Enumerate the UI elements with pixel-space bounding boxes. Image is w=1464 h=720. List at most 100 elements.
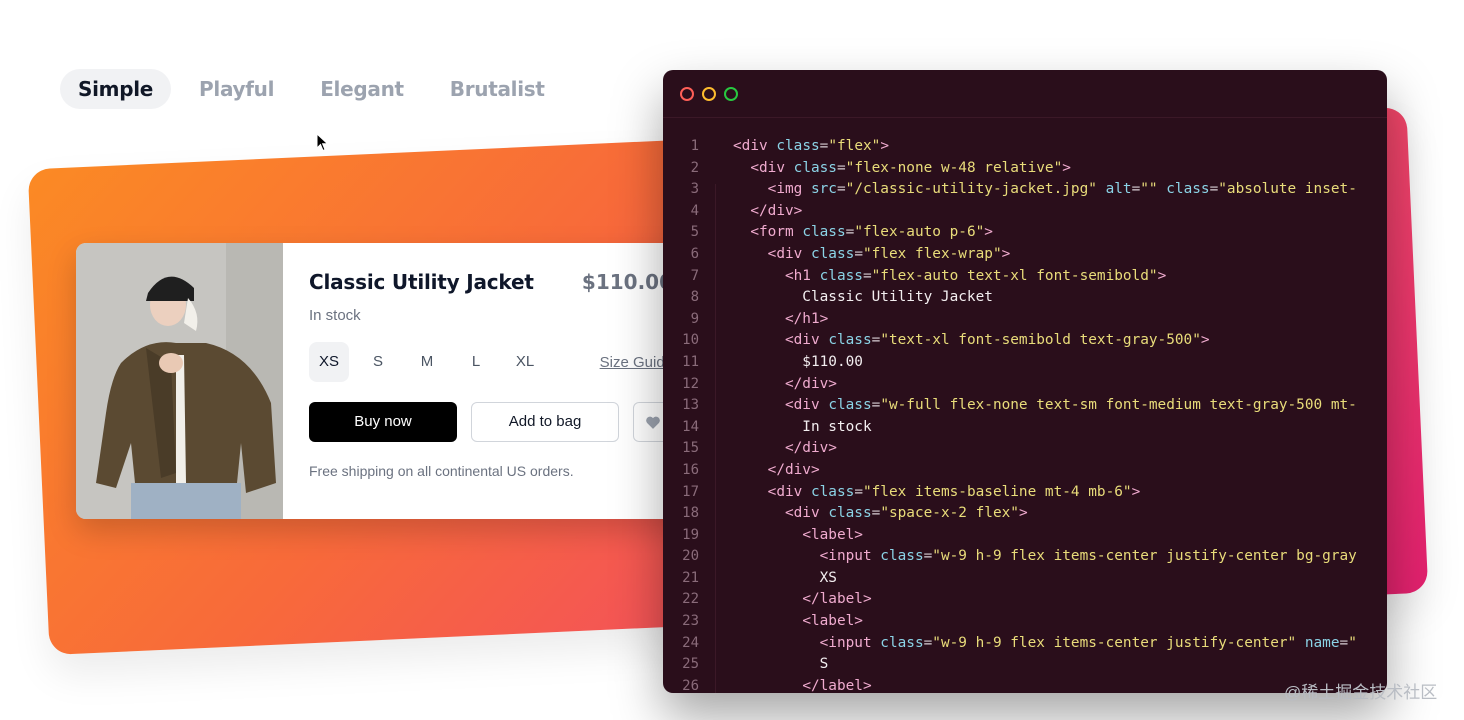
line-number: 2: [690, 159, 699, 176]
minimize-window-dot[interactable]: [702, 86, 716, 101]
code-token: =: [923, 548, 933, 565]
line-number: 11: [682, 353, 699, 370]
code-token: <input: [819, 548, 881, 565]
code-token: class: [819, 267, 863, 284]
code-token: </label>: [802, 677, 872, 693]
code-token: class: [828, 397, 872, 414]
code-token: S: [733, 656, 829, 673]
code-token: "flex-none w-48 relative": [845, 159, 1063, 176]
add-to-bag-button[interactable]: Add to bag: [471, 402, 619, 442]
size-option-l[interactable]: L: [456, 342, 496, 382]
code-token: $110.00: [733, 353, 863, 370]
code-token: "w-9 h-9 flex items-center justify-cente…: [932, 634, 1305, 651]
code-token: </div>: [750, 202, 803, 219]
zoom-window-dot[interactable]: [724, 86, 738, 101]
code-token: >: [1062, 159, 1071, 176]
code-line: XS: [733, 568, 1387, 590]
size-option-m[interactable]: M: [407, 342, 447, 382]
tab-simple[interactable]: Simple: [60, 69, 172, 109]
size-option-s[interactable]: S: [358, 342, 398, 382]
line-number: 7: [690, 267, 699, 284]
code-area[interactable]: 1 2 3 4 5 6 7 8 9 10 11 12 13 14 15 16 17 18 19 20 21 22 23 24 2…: [663, 136, 1387, 693]
watermark-text: @稀土掘金技术社区: [1284, 683, 1438, 702]
line-number: 12: [682, 375, 699, 392]
code-line: <input class="w-9 h-9 flex items-center …: [733, 633, 1387, 655]
code-token: <div: [733, 138, 777, 154]
code-token: <input: [819, 634, 881, 651]
stock-status: In stock: [309, 307, 361, 324]
code-token: class: [880, 548, 924, 565]
code-line: <div class="space-x-2 flex">: [733, 503, 1387, 525]
line-number: 13: [682, 397, 699, 414]
tab-elegant[interactable]: Elegant: [302, 69, 422, 109]
code-token: "w-full flex-none text-sm font-medium te…: [880, 397, 1357, 414]
code-token: =: [854, 245, 863, 262]
line-number: 25: [682, 656, 699, 673]
tab-brutalist[interactable]: Brutalist: [432, 69, 563, 109]
code-token: "flex flex-wrap": [862, 245, 1002, 262]
code-token: "": [1140, 181, 1167, 198]
line-number-gutter: 1 2 3 4 5 6 7 8 9 10 11 12 13 14 15 16 17 18 19 20 21 22 23 24 2…: [663, 136, 715, 693]
close-window-dot[interactable]: [680, 86, 694, 101]
line-number: 16: [682, 461, 699, 478]
code-token: "/classic-utility-jacket.jpg": [845, 181, 1106, 198]
code-token: "text-xl font-semibold text-gray-500": [880, 332, 1201, 349]
size-option-xs[interactable]: XS: [309, 342, 349, 382]
code-line: <div class="text-xl font-semibold text-g…: [733, 330, 1387, 352]
code-token: >: [1131, 483, 1141, 500]
code-token: class: [802, 224, 846, 241]
style-tabs: Simple Playful Elegant Brutalist: [60, 68, 573, 110]
size-option-xl[interactable]: XL: [505, 342, 545, 382]
line-number: 17: [682, 483, 699, 500]
code-line: </div>: [733, 201, 1387, 223]
code-token: >: [880, 138, 889, 154]
line-number: 6: [690, 245, 699, 262]
line-number: 5: [690, 224, 699, 241]
line-number: 22: [682, 591, 699, 608]
code-token: =: [871, 332, 881, 349]
product-photo: [76, 243, 283, 519]
code-token: XS: [733, 569, 837, 586]
code-token: "flex": [828, 138, 881, 154]
code-token: class: [793, 159, 837, 176]
code-line: </div>: [733, 374, 1387, 396]
line-number: 14: [682, 418, 699, 435]
code-line: In stock: [733, 417, 1387, 439]
code-token: =: [923, 634, 933, 651]
code-token: src: [810, 181, 837, 198]
code-token: >: [1018, 505, 1028, 522]
code-line: Classic Utility Jacket: [733, 287, 1387, 309]
code-lines: <div class="flex"> <div class="flex-none…: [733, 136, 1387, 693]
code-token: <div: [767, 483, 811, 500]
line-number: 24: [682, 634, 699, 651]
code-token: <div: [784, 397, 829, 414]
buy-now-button[interactable]: Buy now: [309, 402, 457, 442]
code-token: class: [828, 505, 872, 522]
tab-playful[interactable]: Playful: [181, 69, 292, 109]
code-token: </div>: [767, 461, 820, 478]
code-token: >: [1001, 245, 1011, 262]
line-number: 8: [690, 289, 699, 306]
gutter-divider: [715, 184, 716, 693]
code-token: <form: [750, 224, 803, 241]
code-token: =: [871, 505, 881, 522]
line-number: 19: [682, 526, 699, 543]
size-guide-link[interactable]: Size Guide: [600, 354, 673, 371]
size-selector: XS S M L XL Size Guide: [309, 342, 673, 382]
heart-icon: [646, 416, 660, 429]
line-number: 18: [682, 505, 699, 522]
code-token: =: [871, 397, 881, 414]
code-token: >: [984, 224, 993, 241]
code-line: <div class="w-full flex-none text-sm fon…: [733, 395, 1387, 417]
